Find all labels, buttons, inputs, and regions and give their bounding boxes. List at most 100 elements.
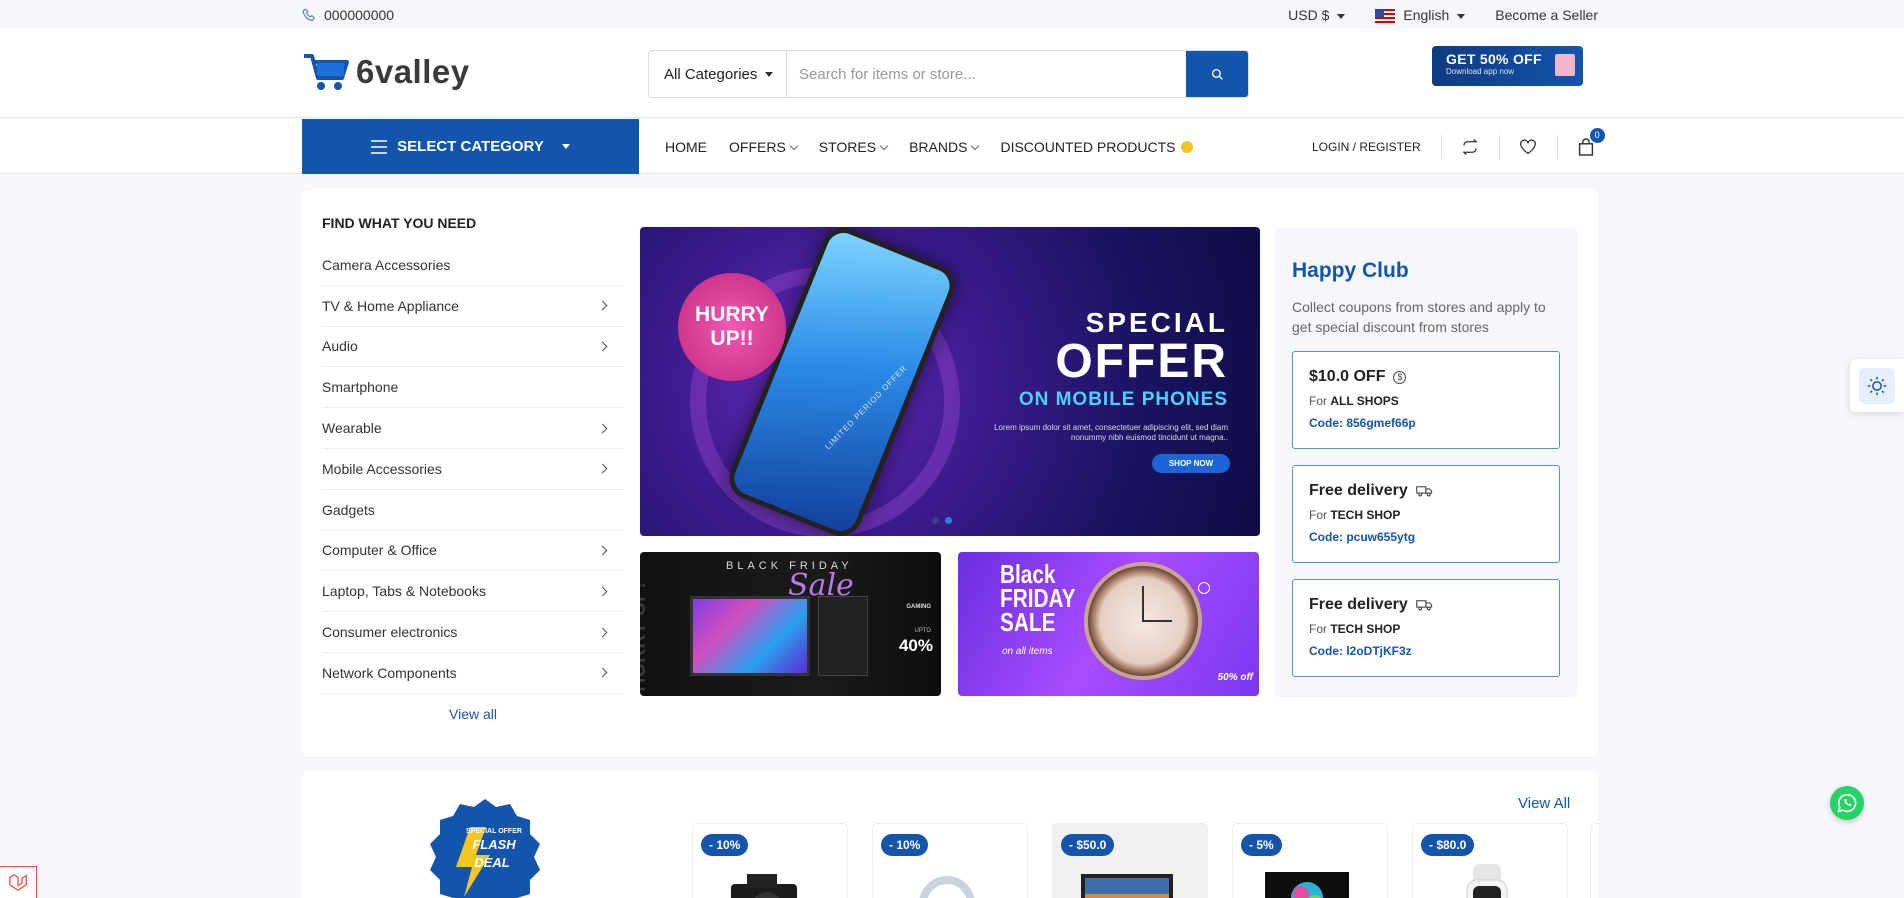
hero-banner[interactable]: LIMITED PERIOD OFFER HURRY UP!! SPECIAL … [640, 227, 1260, 536]
theme-toggle-button[interactable] [1850, 359, 1904, 412]
currency-dropdown[interactable]: USD $ [1288, 6, 1346, 23]
nav-brands-label: BRANDS [909, 138, 968, 155]
search-category-select[interactable]: All Categories [649, 51, 787, 97]
coupon-card[interactable]: Free delivery For TECH SHOP Code: pcuw65… [1292, 465, 1560, 563]
category-item[interactable]: Wearable [322, 408, 624, 449]
coupon-title: Free delivery [1309, 482, 1408, 499]
carousel-dot[interactable] [932, 517, 939, 524]
coupon-code[interactable]: Code: l2oDTjKF3z [1309, 644, 1543, 658]
site-logo[interactable]: 6valley [302, 52, 470, 92]
product-card[interactable]: - $50.0 [1052, 823, 1208, 898]
smartwatch-image [1466, 864, 1508, 898]
discount-badge: - 10% [881, 834, 929, 856]
shop-now-button[interactable]: SHOP NOW [1152, 454, 1230, 473]
dollar-circle-icon: $ [1393, 370, 1407, 384]
whatsapp-icon [1837, 793, 1857, 813]
nav-home[interactable]: HOME [665, 139, 707, 155]
categories-view-all-link[interactable]: View all [449, 706, 497, 722]
sparkle-icon [1181, 140, 1194, 153]
category-item[interactable]: Gadgets [322, 490, 624, 531]
product-card[interactable]: - 10% [692, 823, 848, 898]
special-offer-text: SPECIAL OFFER ON MOBILE PHONES Lorem ips… [978, 307, 1228, 443]
app-download-banner[interactable]: GET 50% OFF Download app now [1432, 46, 1583, 86]
category-item[interactable]: Smartphone [322, 367, 624, 409]
truck-icon [1415, 486, 1432, 497]
search-icon [1211, 68, 1223, 80]
svg-text:SPECIAL OFFER: SPECIAL OFFER [466, 828, 522, 835]
chevron-right-icon [597, 627, 608, 638]
currency-label: USD $ [1288, 6, 1330, 23]
product-card[interactable]: - 5% [1232, 823, 1388, 898]
coupon-card[interactable]: $10.0 OFF $ For ALL SHOPS Code: 856gmef66… [1292, 351, 1560, 449]
cart-logo-icon [304, 54, 349, 90]
category-item[interactable]: Laptop, Tabs & Notebooks [322, 571, 624, 613]
nav-discounted-products[interactable]: DISCOUNTED PRODUCTS [1000, 139, 1194, 155]
category-item[interactable]: Camera Accessories [322, 245, 624, 286]
category-label: TV & Home Appliance [322, 297, 459, 314]
promo2-title: Black FRIDAY SALE [1000, 559, 1076, 637]
product-card[interactable]: - 10% [872, 823, 1028, 898]
hero-section: FIND WHAT YOU NEED Camera Accessories TV… [302, 190, 1598, 756]
nav-stores[interactable]: STORES [818, 138, 889, 155]
laptop-image [1265, 872, 1349, 898]
coupon-code[interactable]: Code: pcuw655ytg [1309, 530, 1543, 544]
category-item[interactable]: Consumer electronics [322, 612, 624, 653]
category-item[interactable]: Computer & Office [322, 531, 624, 572]
phone-contact[interactable]: 000000000 [302, 7, 394, 23]
chevron-down-icon [561, 144, 570, 149]
nav-brands[interactable]: BRANDS [909, 138, 980, 155]
svg-text:FLASH: FLASH [472, 837, 516, 852]
main-navbar: SELECT CATEGORY HOME OFFERS STORES BRAND… [0, 119, 1904, 174]
category-label: Consumer electronics [322, 624, 458, 641]
compare-button[interactable] [1440, 134, 1499, 159]
language-dropdown[interactable]: English [1375, 7, 1466, 24]
category-item[interactable]: TV & Home Appliance [322, 286, 624, 327]
phone-number: 000000000 [324, 7, 395, 23]
chevron-down-icon [765, 71, 774, 77]
select-category-button[interactable]: SELECT CATEGORY [302, 119, 639, 174]
monitor-image [1081, 874, 1173, 898]
search-input[interactable] [787, 51, 1186, 97]
app-banner-title: GET 50% OFF [1446, 51, 1542, 67]
whatsapp-chat-button[interactable] [1830, 786, 1864, 820]
sun-icon [1867, 376, 1887, 395]
compare-icon [1462, 138, 1478, 155]
discount-badge: - 5% [1241, 834, 1282, 856]
watch-sale-promo-banner[interactable]: Black FRIDAY SALE on all items 50% off [958, 552, 1259, 696]
category-label: Computer & Office [322, 542, 437, 559]
carousel-dot-active[interactable] [945, 517, 952, 524]
happy-club-title: Happy Club [1292, 259, 1409, 282]
gift-icon [1555, 54, 1575, 76]
main-menu: HOME OFFERS STORES BRANDS DISCOUNTED PRO… [665, 119, 1194, 174]
cart-button[interactable]: 0 [1556, 127, 1615, 159]
category-item[interactable]: Audio [322, 327, 624, 368]
become-seller-link[interactable]: Become a Seller [1495, 7, 1598, 23]
select-category-label: SELECT CATEGORY [397, 138, 544, 155]
chevron-down-icon [1457, 13, 1466, 19]
coupon-for-label: For [1309, 622, 1327, 636]
wishlist-button[interactable] [1498, 134, 1557, 159]
flash-deal-section: SPECIAL OFFER FLASH DEAL View All - 10% … [302, 771, 1598, 898]
flash-deal-view-all-link[interactable]: View All [1518, 795, 1570, 812]
category-label: Gadgets [322, 501, 375, 518]
login-register-link[interactable]: LOGIN / REGISTER [1312, 140, 1421, 154]
hero-body: Lorem ipsum dolor sit amet, consectetuer… [994, 423, 1228, 442]
promo2-off: 50% off [1217, 672, 1253, 683]
coupon-card[interactable]: Free delivery For TECH SHOP Code: l2oDTj… [1292, 579, 1560, 677]
debug-toolbar-toggle[interactable] [0, 866, 37, 898]
search-button[interactable] [1186, 51, 1248, 97]
black-friday-promo-banner[interactable]: BLACK FRIDAY Sale GAMING UPTO 40% HURRY … [640, 552, 941, 696]
nav-offers[interactable]: OFFERS [729, 138, 799, 155]
category-item[interactable]: Network Components [322, 653, 624, 694]
nav-stores-label: STORES [818, 138, 877, 155]
chevron-right-icon [597, 423, 608, 434]
nav-offers-label: OFFERS [729, 138, 786, 155]
product-card[interactable]: - $80.0 [1412, 823, 1568, 898]
coupon-code[interactable]: Code: 856gmef66p [1309, 416, 1543, 430]
category-label: Audio [322, 338, 358, 355]
category-list: FIND WHAT YOU NEED Camera Accessories TV… [322, 210, 624, 722]
monitor-image [690, 596, 810, 676]
chevron-down-icon [789, 141, 799, 150]
category-item[interactable]: Mobile Accessories [322, 449, 624, 490]
carousel-dots [932, 517, 952, 524]
